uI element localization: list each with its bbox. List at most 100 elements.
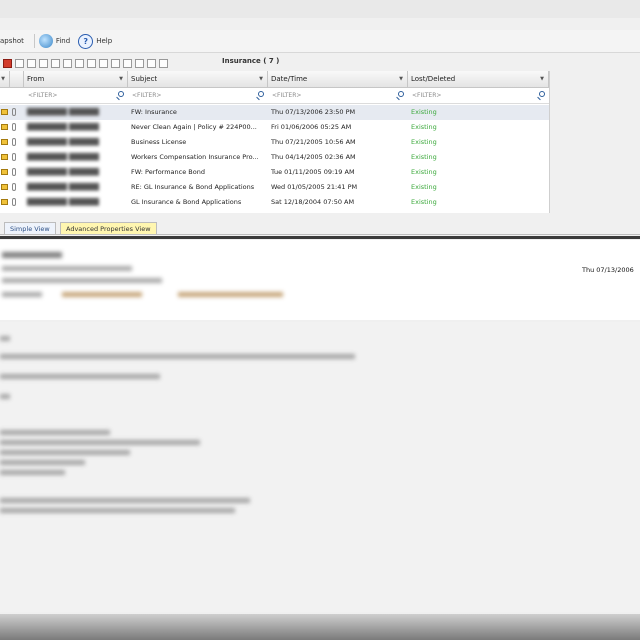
export-icon[interactable] [147, 58, 156, 68]
row-date: Fri 01/06/2006 05:25 AM [271, 123, 352, 131]
document-icon[interactable] [39, 58, 48, 68]
envelope-icon [1, 154, 8, 160]
document-icon[interactable] [51, 58, 60, 68]
preview-attachment-blurred [178, 292, 283, 297]
body-text-blurred [0, 450, 130, 455]
envelope-icon [1, 169, 8, 175]
row-status: Existing [411, 108, 437, 116]
attachment-icon [12, 183, 16, 191]
body-text-blurred [0, 374, 160, 379]
row-subject: FW: Insurance [131, 108, 177, 116]
row-status: Existing [411, 168, 437, 176]
filter-lost-deleted[interactable]: <FILTER> [408, 88, 549, 103]
row-from: ████████ ██████ [27, 153, 100, 161]
row-status: Existing [411, 123, 437, 131]
grid-header: ▼ From ▼ Subject ▼ Date/Time ▼ Lost/Deleted… [0, 71, 549, 88]
column-header-attachment[interactable] [10, 71, 24, 87]
row-from: ████████ ██████ [27, 123, 100, 131]
splitter[interactable] [0, 236, 640, 239]
preview-attachment-blurred [62, 292, 142, 297]
body-text-blurred [0, 460, 85, 465]
envelope-icon [1, 109, 8, 115]
document-icon[interactable] [63, 58, 72, 68]
tab-simple-view[interactable]: Simple View [4, 222, 56, 234]
print-icon[interactable] [123, 58, 132, 68]
row-subject: GL Insurance & Bond Applications [131, 198, 242, 206]
row-subject: Workers Compensation Insurance Pro... [131, 153, 259, 161]
help-icon: ? [78, 33, 94, 49]
row-date: Thu 04/14/2005 02:36 AM [271, 153, 356, 161]
document-icon[interactable] [87, 58, 96, 68]
preview-to-blurred [2, 278, 162, 283]
preview-attachments-label-blurred [2, 292, 42, 297]
envelope-icon [1, 199, 8, 205]
row-from: ████████ ██████ [27, 138, 100, 146]
attachment-icon [12, 153, 16, 161]
row-from: ████████ ██████ [27, 183, 100, 191]
column-header-lost-deleted[interactable]: Lost/Deleted ▼ [408, 71, 549, 87]
row-subject: RE: GL Insurance & Bond Applications [131, 183, 255, 191]
row-date: Thu 07/21/2005 10:56 AM [271, 138, 356, 146]
mail-icon[interactable] [99, 58, 108, 68]
filter-datetime[interactable]: <FILTER> [268, 88, 408, 103]
column-header-from[interactable]: From ▼ [24, 71, 128, 87]
document-icon[interactable] [27, 58, 36, 68]
flag-icon[interactable] [3, 58, 12, 68]
attachment-icon [12, 123, 16, 131]
message-grid: ▼ From ▼ Subject ▼ Date/Time ▼ Lost/Deleted… [0, 71, 550, 213]
checkbox-icon[interactable] [15, 58, 24, 68]
row-status: Existing [411, 198, 437, 206]
filter-subject[interactable]: <FILTER> [128, 88, 268, 103]
body-text-blurred [0, 430, 110, 435]
row-status: Existing [411, 138, 437, 146]
attachment-icon [12, 138, 16, 146]
help-button[interactable]: ? Help [78, 33, 113, 49]
attachment-icon [12, 168, 16, 176]
table-row[interactable]: ████████ ██████ Business License Thu 07/… [0, 135, 549, 150]
folder-title: Insurance ( 7 ) [222, 57, 280, 65]
table-row[interactable]: ████████ ██████ FW: Performance Bond Tue… [0, 165, 549, 180]
row-status: Existing [411, 183, 437, 191]
body-text-blurred [0, 394, 10, 399]
help-label: Help [96, 37, 113, 45]
preview-subject-blurred [2, 252, 62, 258]
body-text-blurred [0, 440, 200, 445]
row-status: Existing [411, 153, 437, 161]
taskbar [0, 614, 640, 640]
row-subject: Never Clean Again | Policy # 224P00... [131, 123, 257, 131]
search-icon [38, 34, 53, 48]
row-date: Sat 12/18/2004 07:50 AM [271, 198, 355, 206]
attachment-icon [12, 198, 16, 206]
column-header-subject[interactable]: Subject ▼ [128, 71, 268, 87]
find-button[interactable]: Find [38, 34, 70, 48]
row-date: Thu 07/13/2006 23:50 PM [271, 108, 356, 116]
row-date: Tue 01/11/2005 09:19 AM [271, 168, 355, 176]
filter-search-icon [258, 91, 264, 97]
view-tabs: Simple View Advanced Properties View [0, 222, 640, 235]
filter-from[interactable]: <FILTER> [24, 88, 128, 103]
tab-advanced-properties-view[interactable]: Advanced Properties View [60, 222, 157, 234]
copy-icon[interactable] [111, 58, 120, 68]
column-header-datetime[interactable]: Date/Time ▼ [268, 71, 408, 87]
preview-header [0, 240, 640, 320]
table-row[interactable]: ████████ ██████ RE: GL Insurance & Bond … [0, 180, 549, 195]
body-text-blurred [0, 508, 235, 513]
snapshot-button[interactable]: apshot [0, 37, 24, 45]
table-row[interactable]: ████████ ██████ Never Clean Again | Poli… [0, 120, 549, 135]
filter-search-icon [118, 91, 124, 97]
table-row[interactable]: ████████ ██████ GL Insurance & Bond Appl… [0, 195, 549, 210]
filter-row: <FILTER> <FILTER> <FILTER> <FILTER> [0, 88, 549, 104]
preview-from-blurred [2, 266, 132, 271]
body-text-blurred [0, 498, 250, 503]
row-subject: FW: Performance Bond [131, 168, 205, 176]
document-icon[interactable] [75, 58, 84, 68]
export-icon[interactable] [135, 58, 144, 68]
export-icon[interactable] [159, 58, 168, 68]
column-header-icons[interactable]: ▼ [0, 71, 10, 87]
envelope-icon [1, 139, 8, 145]
filter-search-icon [398, 91, 404, 97]
table-row[interactable]: ████████ ██████ Workers Compensation Ins… [0, 150, 549, 165]
row-from: ████████ ██████ [27, 168, 100, 176]
attachment-icon [12, 108, 16, 116]
table-row[interactable]: ████████ ██████ FW: Insurance Thu 07/13/… [0, 105, 549, 120]
